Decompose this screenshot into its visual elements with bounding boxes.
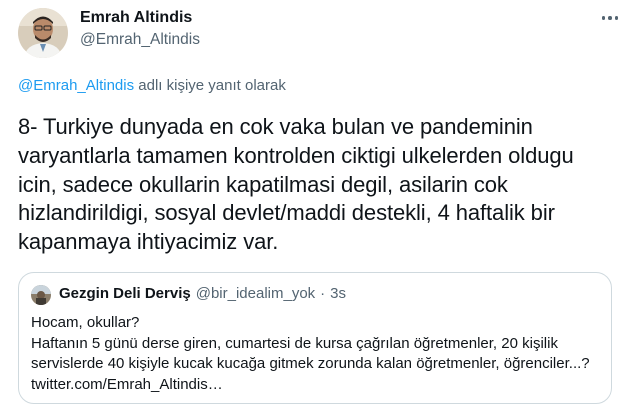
profile-photo-icon — [31, 285, 51, 305]
quoted-author-name: Gezgin Deli Derviş — [59, 285, 191, 302]
quoted-tweet[interactable]: Gezgin Deli Derviş @bir_idealim_yok · 3s… — [18, 272, 612, 404]
author-handle[interactable]: @Emrah_Altindis — [80, 31, 200, 49]
quoted-author-handle: @bir_idealim_yok — [195, 285, 316, 302]
reply-context: @Emrah_Altindis adlı kişiye yanıt olarak — [18, 77, 286, 94]
separator-dot: · — [320, 285, 326, 302]
quoted-tweet-line: Haftanın 5 günü derse giren, cumartesi d… — [31, 334, 590, 393]
tweet-card: Emrah Altindis @Emrah_Altindis @Emrah_Al… — [0, 0, 635, 420]
quoted-tweet-line: Hocam, okullar? — [31, 314, 140, 331]
quoted-tweet-header: Gezgin Deli Derviş @bir_idealim_yok · 3s — [59, 285, 346, 302]
tweet-text: 8- Turkiye dunyada en cok vaka bulan ve … — [18, 114, 574, 255]
quoted-tweet-time: 3s — [330, 285, 347, 302]
quoted-tweet-text: Hocam, okullar? Haftanın 5 günü derse gi… — [31, 313, 609, 395]
profile-photo-icon — [18, 8, 68, 58]
more-options-button[interactable] — [598, 10, 622, 26]
more-horizontal-icon — [601, 16, 606, 20]
reply-context-text: adlı kişiye yanıt olarak — [134, 77, 286, 94]
reply-mention-link[interactable]: @Emrah_Altindis — [18, 77, 134, 94]
author-avatar[interactable] — [18, 8, 68, 58]
author-name[interactable]: Emrah Altindis — [80, 9, 192, 27]
quoted-author-avatar — [31, 285, 51, 305]
